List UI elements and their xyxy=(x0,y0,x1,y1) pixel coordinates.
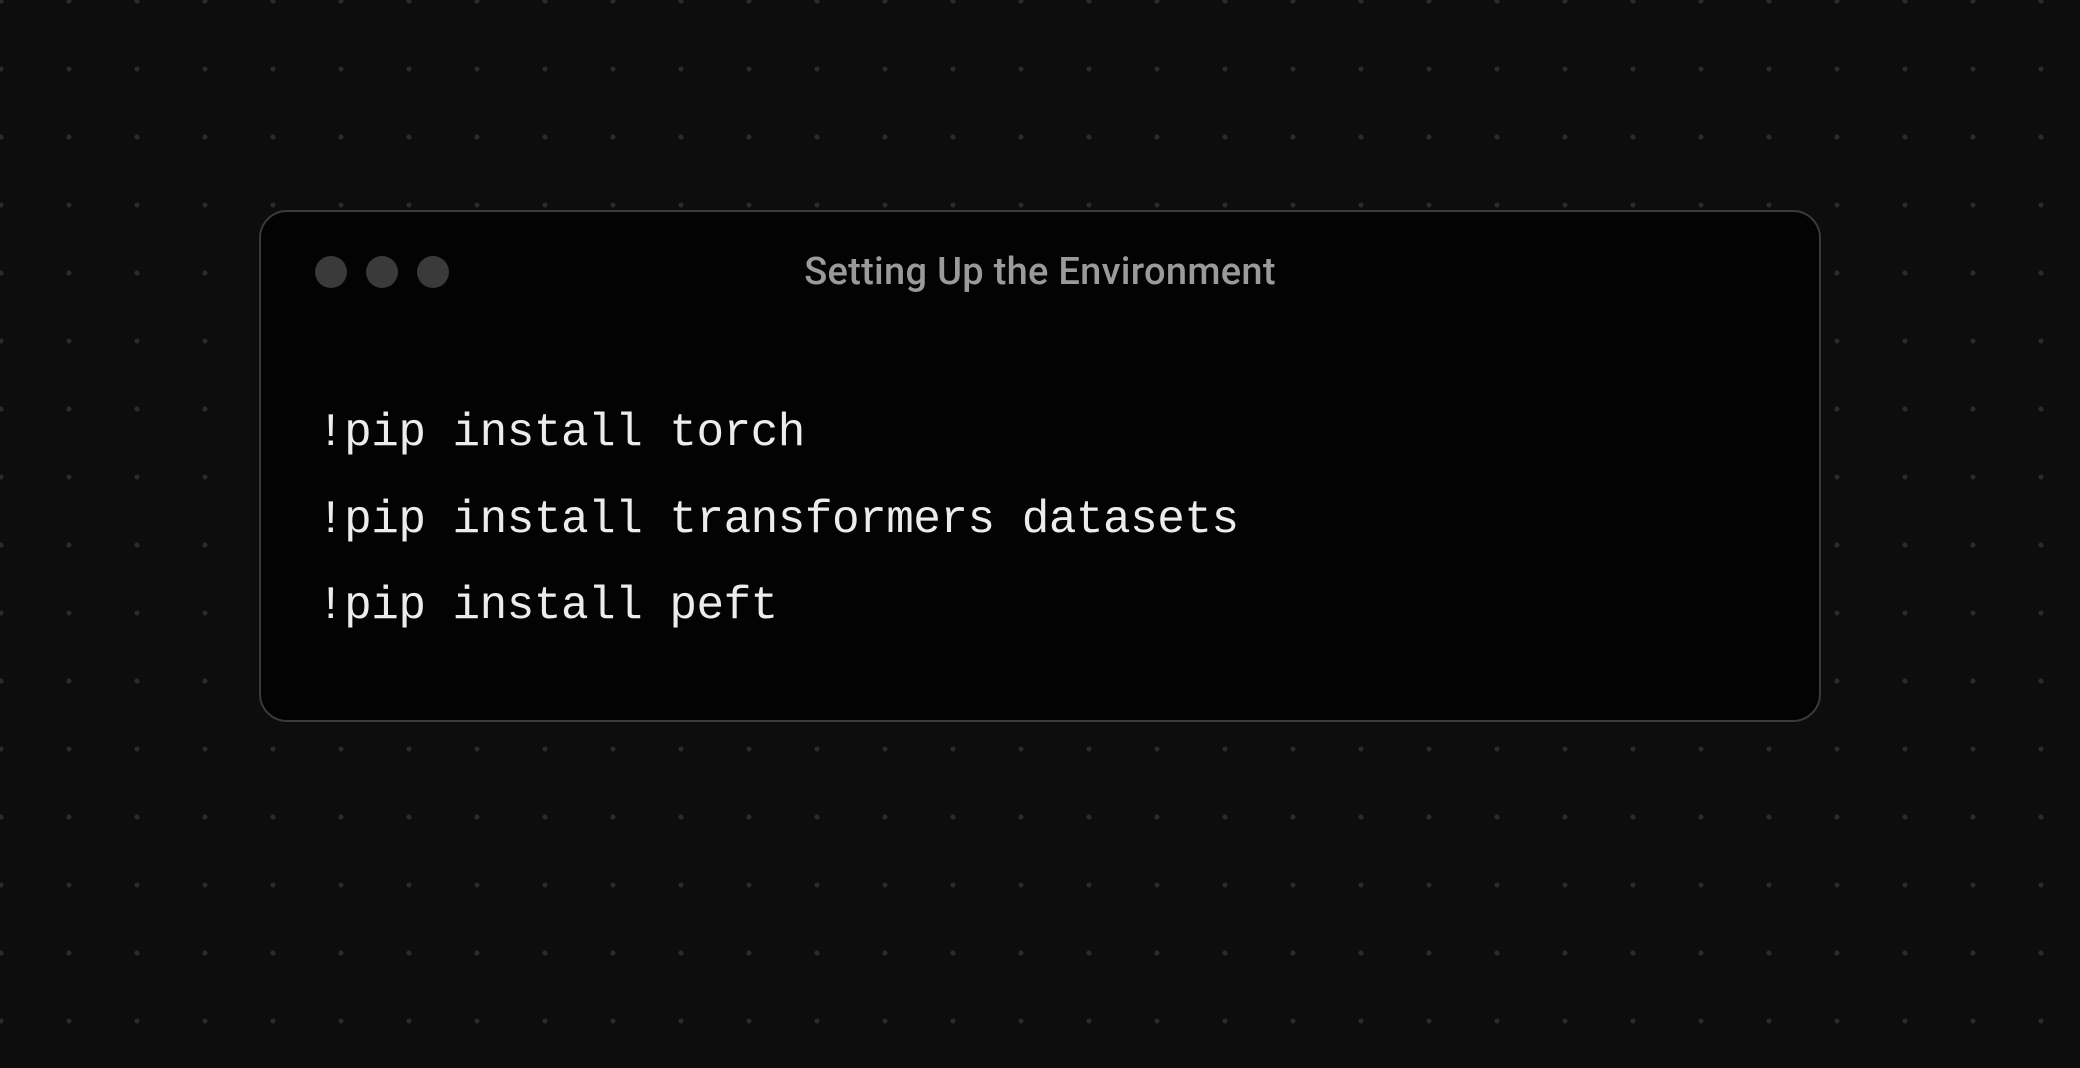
minimize-icon[interactable] xyxy=(366,256,398,288)
close-icon[interactable] xyxy=(315,256,347,288)
code-content[interactable]: !pip install torch !pip install transfor… xyxy=(261,332,1819,719)
window-controls xyxy=(315,256,449,288)
code-line: !pip install transformers datasets xyxy=(317,477,1763,563)
terminal-window: Setting Up the Environment !pip install … xyxy=(259,210,1821,721)
window-titlebar: Setting Up the Environment xyxy=(261,212,1819,332)
window-title: Setting Up the Environment xyxy=(261,250,1819,294)
code-line: !pip install torch xyxy=(317,390,1763,476)
code-line: !pip install peft xyxy=(317,563,1763,649)
maximize-icon[interactable] xyxy=(417,256,449,288)
